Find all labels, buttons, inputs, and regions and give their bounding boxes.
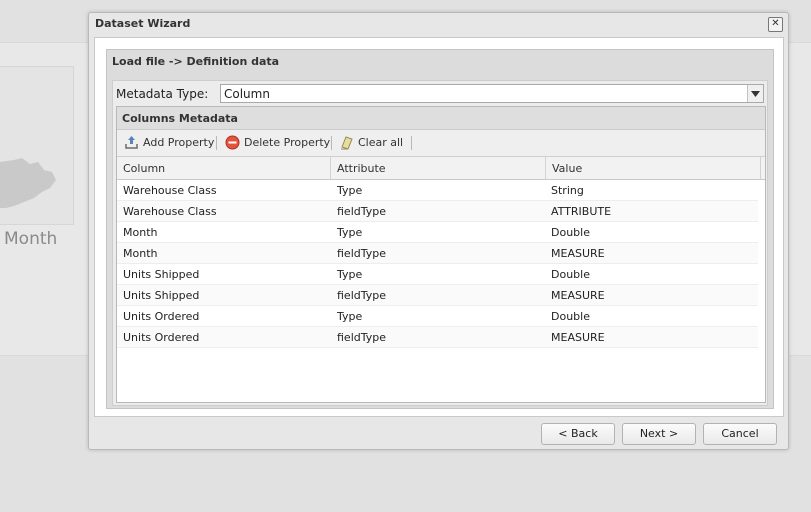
cell-value: MEASURE [551,331,605,344]
chevron-down-icon[interactable] [747,85,763,102]
cell-attribute: Type [337,226,363,239]
back-button[interactable]: < Back [541,423,615,445]
definition-content: Metadata Type: Column Columns Metadata A… [112,80,768,406]
column-header-label: Attribute [337,162,386,175]
cell-column: Month [123,247,158,260]
grid-title: Columns Metadata [122,112,238,125]
cell-value: Double [551,268,590,281]
window-title: Dataset Wizard [95,17,191,30]
table-row[interactable]: Units Shipped Type Double [117,264,758,285]
table-row[interactable]: Units Ordered Type Double [117,306,758,327]
cell-attribute: fieldType [337,205,387,218]
map-shape-icon [0,158,56,208]
grid-title-bar: Columns Metadata [117,107,765,130]
next-button[interactable]: Next > [622,423,696,445]
toolbar-separator [216,136,217,150]
cell-attribute: Type [337,310,363,323]
background-tile-label: Month [4,229,58,249]
add-property-button[interactable]: Add Property [124,135,214,151]
close-icon[interactable]: ✕ [768,17,783,32]
cell-value: MEASURE [551,289,605,302]
cell-column: Units Ordered [123,331,200,344]
table-row[interactable]: Month fieldType MEASURE [117,243,758,264]
cell-value: Double [551,310,590,323]
cell-column: Month [123,226,158,239]
cell-column: Warehouse Class [123,184,217,197]
window-footer: < Back Next > Cancel [89,419,788,449]
cell-column: Warehouse Class [123,205,217,218]
column-header-value[interactable]: Value [546,157,761,179]
metadata-type-row: Metadata Type: Column [116,84,764,104]
dataset-wizard-window: Dataset Wizard ✕ Load file -> Definition… [88,12,789,450]
cell-attribute: fieldType [337,247,387,260]
cancel-button[interactable]: Cancel [703,423,777,445]
cell-attribute: Type [337,268,363,281]
grid-header: Column Attribute Value [117,157,765,180]
metadata-type-value: Column [224,87,270,101]
cell-column: Units Shipped [123,289,200,302]
table-row[interactable]: Month Type Double [117,222,758,243]
metadata-type-label: Metadata Type: [116,87,209,101]
column-header-label: Column [123,162,166,175]
grid-body: Warehouse Class Type String Warehouse Cl… [117,180,758,348]
toolbar-separator [411,136,412,150]
cell-value: String [551,184,584,197]
columns-metadata-grid: Columns Metadata Add Property Delete Pro… [116,106,766,403]
column-header-attribute[interactable]: Attribute [331,157,546,179]
add-property-icon [125,136,138,149]
delete-property-label: Delete Property [244,136,331,149]
cell-attribute: fieldType [337,289,387,302]
eraser-icon [341,136,353,150]
table-row[interactable]: Units Shipped fieldType MEASURE [117,285,758,306]
cell-value: ATTRIBUTE [551,205,612,218]
toolbar-separator [331,136,332,150]
panel-title: Load file -> Definition data [112,55,280,68]
grid-toolbar: Add Property Delete Property Clear all [117,130,765,157]
window-body: Load file -> Definition data Metadata Ty… [94,37,784,417]
cell-value: MEASURE [551,247,605,260]
table-row[interactable]: Warehouse Class Type String [117,180,758,201]
delete-icon [225,135,240,150]
column-header-label: Value [552,162,583,175]
clear-all-label: Clear all [358,136,404,149]
definition-panel: Load file -> Definition data Metadata Ty… [106,49,774,409]
table-row[interactable]: Warehouse Class fieldType ATTRIBUTE [117,201,758,222]
cell-attribute: Type [337,184,363,197]
add-property-label: Add Property [143,136,215,149]
table-row[interactable]: Units Ordered fieldType MEASURE [117,327,758,348]
cell-attribute: fieldType [337,331,387,344]
clear-all-button[interactable]: Clear all [339,135,409,151]
metadata-type-select[interactable]: Column [220,84,764,103]
cell-value: Double [551,226,590,239]
delete-property-button[interactable]: Delete Property [225,135,330,151]
cell-column: Units Ordered [123,310,200,323]
column-header-column[interactable]: Column [117,157,331,179]
cell-column: Units Shipped [123,268,200,281]
